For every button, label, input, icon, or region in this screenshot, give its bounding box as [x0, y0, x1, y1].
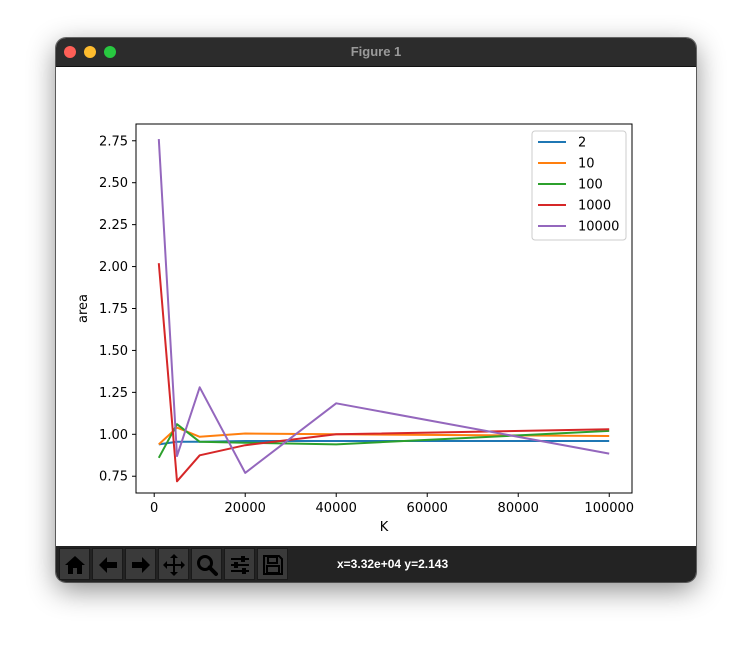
y-tick-label: 2.50: [99, 176, 128, 191]
y-tick-label: 1.75: [99, 302, 128, 317]
x-tick-label: 0: [150, 501, 158, 516]
pan-move-icon: [163, 554, 185, 576]
y-tick-label: 2.00: [99, 260, 128, 275]
configure-subplots-button[interactable]: [224, 548, 255, 580]
legend-label-10000: 10000: [578, 220, 619, 235]
back-arrow-icon: [99, 557, 117, 573]
y-tick-label: 1.50: [99, 344, 128, 359]
zoom-button[interactable]: [191, 548, 222, 580]
subplots-sliders-icon: [231, 556, 249, 574]
x-tick-label: 40000: [316, 501, 357, 516]
forward-button[interactable]: [125, 548, 156, 580]
legend-label-10: 10: [578, 157, 595, 172]
navigation-toolbar: x=3.32e+04 y=2.143: [56, 546, 696, 582]
x-tick-label: 20000: [225, 501, 266, 516]
y-tick-label: 1.00: [99, 428, 128, 443]
save-button[interactable]: [257, 548, 288, 580]
back-button[interactable]: [92, 548, 123, 580]
pan-button[interactable]: [158, 548, 189, 580]
y-tick-label: 2.25: [99, 218, 128, 233]
series-line-1000: [157, 263, 610, 483]
figure-window: Figure 1 0 20000 40000 60000 80000 100000 0.75…: [56, 38, 696, 582]
title-bar: Figure 1: [56, 38, 696, 67]
legend-label-100: 100: [578, 178, 603, 193]
line-chart[interactable]: 0 20000 40000 60000 80000 100000 0.75 1.00 1.25 1…: [56, 67, 696, 546]
y-tick-label: 0.75: [99, 470, 128, 485]
zoom-magnifier-icon: [197, 555, 218, 576]
y-tick-label: 2.75: [99, 134, 128, 149]
y-tick-label: 1.25: [99, 386, 128, 401]
x-axis-label: K: [380, 520, 389, 535]
cursor-coordinates-readout: x=3.32e+04 y=2.143: [337, 557, 449, 571]
y-axis-label: area: [76, 294, 91, 323]
legend-label-2: 2: [578, 136, 586, 151]
home-icon: [65, 556, 85, 574]
x-tick-label: 100000: [584, 501, 634, 516]
forward-arrow-icon: [132, 557, 150, 573]
window-title: Figure 1: [350, 44, 402, 59]
x-tick-label: 60000: [407, 501, 448, 516]
figure-canvas[interactable]: 0 20000 40000 60000 80000 100000 0.75 1.00 1.25 1…: [56, 67, 696, 546]
save-floppy-icon: [263, 555, 283, 575]
home-button[interactable]: [59, 548, 90, 580]
x-tick-label: 80000: [498, 501, 539, 516]
legend-label-1000: 1000: [578, 199, 611, 214]
